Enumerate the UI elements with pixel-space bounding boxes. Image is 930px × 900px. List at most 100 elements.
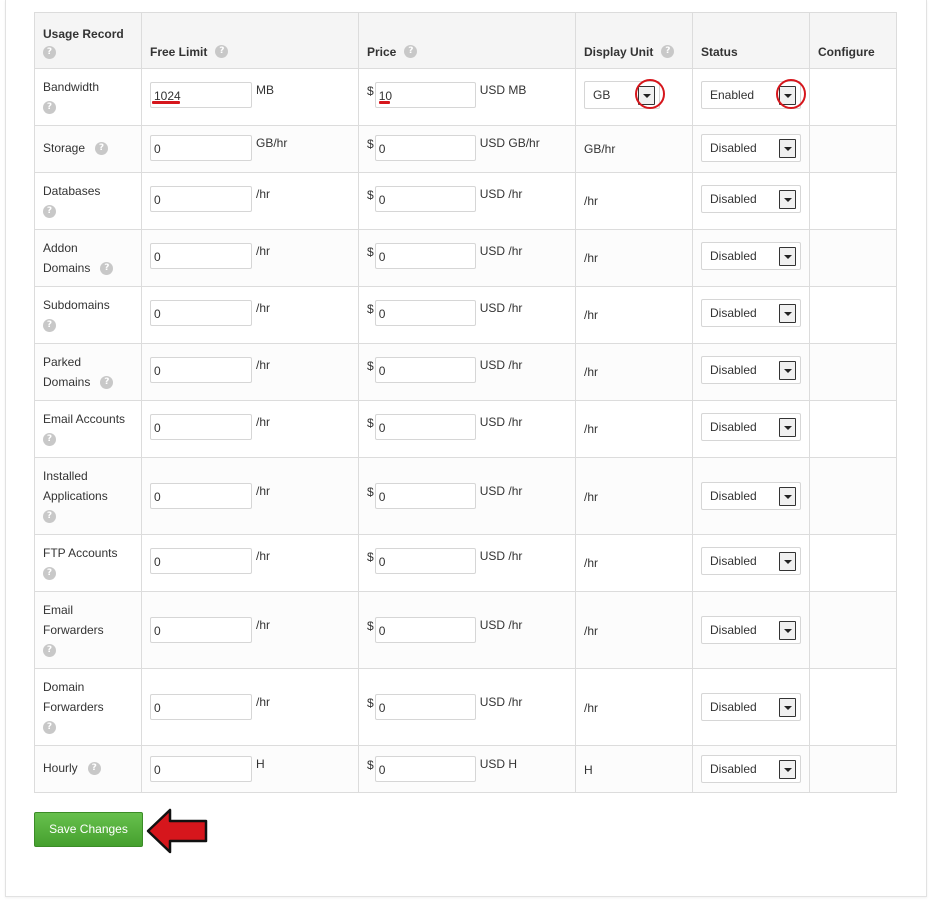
help-icon[interactable]: ?	[43, 101, 56, 115]
help-icon[interactable]: ?	[43, 205, 56, 219]
price-input[interactable]: 0	[374, 135, 476, 161]
free-limit-cell: 0 /hr	[141, 343, 359, 401]
usage-record-label-line2: Applications	[43, 489, 108, 503]
status-cell: Enabled	[692, 68, 810, 126]
help-icon[interactable]: ?	[100, 262, 114, 276]
status-cell: Disabled	[692, 400, 810, 458]
price-unit: USD /hr	[479, 618, 523, 632]
free-limit-input[interactable]: 0	[150, 756, 252, 782]
status-select[interactable]: Disabled	[701, 242, 801, 270]
status-select[interactable]: Disabled	[701, 413, 801, 441]
help-icon[interactable]: ?	[43, 433, 56, 447]
free-limit-input[interactable]: 0	[150, 357, 252, 383]
status-cell: Disabled	[692, 457, 810, 535]
help-icon[interactable]: ?	[215, 45, 229, 59]
chevron-down-icon[interactable]	[779, 698, 796, 717]
price-input[interactable]: 0	[374, 617, 476, 643]
status-select[interactable]: Disabled	[701, 482, 801, 510]
free-limit-input[interactable]: 0	[150, 694, 252, 720]
help-icon[interactable]: ?	[43, 46, 56, 59]
free-limit-input[interactable]: 0	[150, 617, 252, 643]
free-limit-cell: 0 H	[141, 745, 359, 793]
table-row: Installed Applications? 0 /hr $ 0 USD /hr…	[34, 457, 897, 535]
help-icon[interactable]: ?	[87, 762, 101, 776]
chevron-down-icon[interactable]	[779, 190, 796, 209]
chevron-down-icon[interactable]	[779, 552, 796, 571]
price-input[interactable]: 0	[374, 186, 476, 212]
price-input[interactable]: 0	[374, 243, 476, 269]
price-cell: $ 0 USD /hr	[358, 286, 576, 344]
status-select[interactable]: Disabled	[701, 356, 801, 384]
price-input[interactable]: 10	[374, 82, 476, 108]
header-usage-record: Usage Record ?	[34, 12, 142, 69]
free-limit-input[interactable]: 0	[150, 135, 252, 161]
price-input[interactable]: 0	[374, 756, 476, 782]
help-icon[interactable]: ?	[43, 567, 56, 581]
chevron-down-icon[interactable]	[779, 361, 796, 380]
free-limit-input[interactable]: 0	[150, 483, 252, 509]
status-value: Disabled	[710, 489, 757, 503]
usage-record-cell: Bandwidth?	[34, 68, 142, 126]
price-input[interactable]: 0	[374, 300, 476, 326]
status-cell: Disabled	[692, 591, 810, 669]
usage-record-label: Subdomains	[43, 298, 110, 312]
currency-symbol: $	[367, 245, 374, 259]
price-input[interactable]: 0	[374, 548, 476, 574]
chevron-down-icon[interactable]	[779, 760, 796, 779]
help-icon[interactable]: ?	[95, 142, 109, 156]
save-changes-button[interactable]: Save Changes	[34, 812, 143, 847]
price-unit: USD /hr	[479, 301, 523, 315]
help-icon[interactable]: ?	[43, 644, 56, 658]
red-circle-icon	[635, 79, 665, 109]
status-value: Disabled	[710, 762, 757, 776]
currency-symbol: $	[367, 416, 374, 430]
chevron-down-icon[interactable]	[779, 621, 796, 640]
free-limit-input[interactable]: 0	[150, 186, 252, 212]
free-limit-input[interactable]: 0	[150, 548, 252, 574]
chevron-down-icon[interactable]	[779, 304, 796, 323]
status-select[interactable]: Disabled	[701, 616, 801, 644]
currency-symbol: $	[367, 359, 374, 373]
display-unit-select[interactable]: GB	[584, 79, 665, 109]
chevron-down-icon[interactable]	[779, 247, 796, 266]
status-select[interactable]: Disabled	[701, 134, 801, 162]
status-select[interactable]: Disabled	[701, 693, 801, 721]
help-icon[interactable]: ?	[43, 510, 56, 524]
table-header-row: Usage Record ? Free Limit? Price? Displa…	[34, 12, 897, 69]
help-icon[interactable]: ?	[404, 45, 418, 59]
free-limit-input[interactable]: 0	[150, 300, 252, 326]
free-limit-input[interactable]: 0	[150, 414, 252, 440]
status-select[interactable]: Disabled	[701, 547, 801, 575]
configure-cell	[809, 229, 897, 287]
help-icon[interactable]: ?	[43, 319, 56, 333]
chevron-down-icon[interactable]	[779, 139, 796, 158]
status-select[interactable]: Disabled	[701, 185, 801, 213]
usage-record-cell: Domain Forwarders?	[34, 668, 142, 746]
chevron-down-icon[interactable]	[779, 487, 796, 506]
currency-symbol: $	[367, 485, 374, 499]
usage-record-cell: Installed Applications?	[34, 457, 142, 535]
table-row: Subdomains? 0 /hr $ 0 USD /hr /hr Disabl…	[34, 286, 897, 344]
status-select[interactable]: Disabled	[701, 755, 801, 783]
price-input[interactable]: 0	[374, 483, 476, 509]
chevron-down-icon[interactable]	[779, 418, 796, 437]
usage-record-cell: Databases?	[34, 172, 142, 230]
help-icon[interactable]: ?	[100, 376, 114, 390]
display-unit-cell: GB	[575, 68, 693, 126]
free-limit-input[interactable]: 0	[150, 243, 252, 269]
price-unit: USD /hr	[479, 187, 523, 201]
table-row: Bandwidth? 1024 MB $ 10 USD MB GB Enable…	[34, 68, 897, 126]
status-select[interactable]: Enabled	[701, 79, 806, 109]
price-input[interactable]: 0	[374, 414, 476, 440]
help-icon[interactable]: ?	[43, 721, 56, 735]
help-icon[interactable]: ?	[661, 45, 675, 59]
free-limit-input[interactable]: 1024	[150, 82, 252, 108]
table-row: Storage? 0 GB/hr $ 0 USD GB/hr GB/hr Dis…	[34, 125, 897, 173]
price-input[interactable]: 0	[374, 357, 476, 383]
display-unit-text: /hr	[584, 365, 599, 379]
price-input[interactable]: 0	[374, 694, 476, 720]
status-cell: Disabled	[692, 343, 810, 401]
status-select[interactable]: Disabled	[701, 299, 801, 327]
price-cell: $ 0 USD /hr	[358, 534, 576, 592]
usage-record-label: Bandwidth	[43, 80, 100, 94]
